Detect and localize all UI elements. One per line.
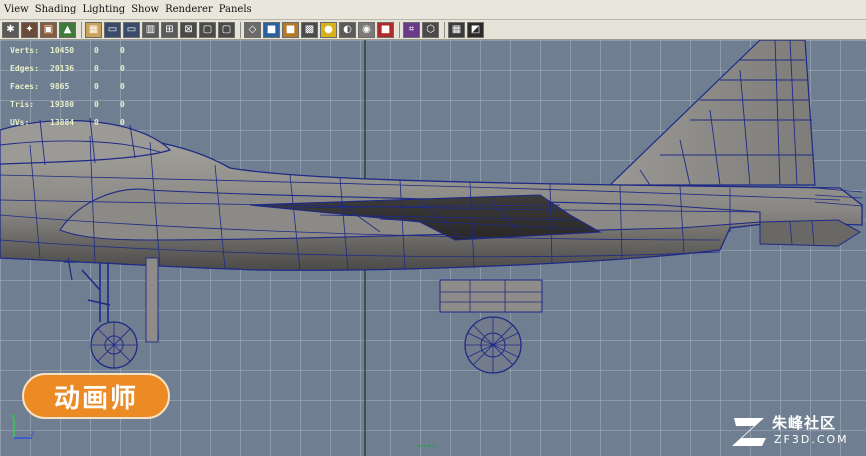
watermark-domain: ZF3D.COM <box>774 433 849 446</box>
ventral-pod <box>439 279 543 313</box>
hud-value: 10450 <box>50 46 75 55</box>
hud-label: UVs: <box>10 118 30 127</box>
menu-shading[interactable]: Shading <box>35 4 77 15</box>
grid-icon[interactable]: ▭ <box>104 21 121 38</box>
hud-value: 13884 <box>50 118 75 127</box>
film-gate-icon[interactable]: ▭ <box>123 21 140 38</box>
hud-value: 0 <box>120 64 125 73</box>
xray-joints-icon[interactable]: ■ <box>377 21 394 38</box>
hud-icon[interactable]: ▦ <box>448 21 465 38</box>
toolbar-separator <box>81 21 82 38</box>
panel-toolbar: ✱ ✦ ▣ ▲ ▦ ▭ ▭ ▥ ⊞ ⊠ ▢ ▢ ◇ ■ ■ ▩ ● ◐ ◉ ■ ⌗ ⬡ ▦ ◩ <box>0 20 866 40</box>
hud-value: 0 <box>94 46 99 55</box>
camera-attributes-icon[interactable]: ▣ <box>40 21 57 38</box>
watermark-name: 朱峰社区 <box>772 414 837 432</box>
toolbar-separator <box>399 21 400 38</box>
backface-culling-icon[interactable]: ⬡ <box>422 21 439 38</box>
hud-value: 9865 <box>50 82 70 91</box>
hud-row: Verts: 10450 0 0 <box>10 42 140 60</box>
select-camera-icon[interactable]: ✱ <box>2 21 19 38</box>
hud-value: 0 <box>120 46 125 55</box>
nozzle <box>759 219 861 247</box>
hud-value: 0 <box>120 82 125 91</box>
toolbar-separator <box>240 21 241 38</box>
hud-value: 0 <box>94 118 99 127</box>
gate-mask-icon[interactable]: ⊞ <box>161 21 178 38</box>
hud-value: 0 <box>120 100 125 109</box>
hud-value: 0 <box>94 82 99 91</box>
main-wheel-spokes <box>465 317 521 373</box>
hud-row: Tris: 19380 0 0 <box>10 96 140 114</box>
nose-gear-door <box>145 257 159 343</box>
svg-text:y: y <box>11 412 16 421</box>
hud-row: Faces: 9865 0 0 <box>10 78 140 96</box>
hud-value: 0 <box>94 100 99 109</box>
menu-view[interactable]: View <box>4 4 29 15</box>
isolate-select-icon[interactable]: ⌗ <box>403 21 420 38</box>
image-plane-icon[interactable]: ▦ <box>85 21 102 38</box>
xray-icon[interactable]: ◉ <box>358 21 375 38</box>
menu-lighting[interactable]: Lighting <box>82 4 125 15</box>
hud-label: Tris: <box>10 100 35 109</box>
menu-renderer[interactable]: Renderer <box>165 4 213 15</box>
hud-value: 0 <box>120 118 125 127</box>
hud-label: Verts: <box>10 46 39 55</box>
bookmark-icon[interactable]: ▲ <box>59 21 76 38</box>
safe-title-icon[interactable]: ▢ <box>218 21 235 38</box>
hud-label: Faces: <box>10 82 39 91</box>
toolbar-separator <box>444 21 445 38</box>
smooth-shade-icon[interactable]: ■ <box>263 21 280 38</box>
hud-value: 0 <box>94 64 99 73</box>
animator-badge: 动画师 <box>22 373 170 419</box>
toggle-panels-icon[interactable]: ◩ <box>467 21 484 38</box>
hud-value: 20136 <box>50 64 75 73</box>
use-lights-icon[interactable]: ● <box>320 21 337 38</box>
menu-panels[interactable]: Panels <box>219 4 252 15</box>
hud-label: Edges: <box>10 64 39 73</box>
menu-show[interactable]: Show <box>131 4 159 15</box>
wireframe-icon[interactable]: ◇ <box>244 21 261 38</box>
hud-row: UVs: 13884 0 0 <box>10 114 140 132</box>
poly-count-hud: Verts: 10450 0 0 Edges: 20136 0 0 Faces: 9865 0 0 Tr… <box>10 42 140 132</box>
field-chart-icon[interactable]: ⊠ <box>180 21 197 38</box>
wireframe-on-shaded-icon[interactable]: ■ <box>282 21 299 38</box>
lock-camera-icon[interactable]: ✦ <box>21 21 38 38</box>
svg-text:z: z <box>30 429 34 438</box>
safe-action-icon[interactable]: ▢ <box>199 21 216 38</box>
hud-value: 19380 <box>50 100 75 109</box>
resolution-gate-icon[interactable]: ▥ <box>142 21 159 38</box>
viewport-menu-bar: View Shading Lighting Show Renderer Pane… <box>0 0 866 20</box>
textured-icon[interactable]: ▩ <box>301 21 318 38</box>
shadows-icon[interactable]: ◐ <box>339 21 356 38</box>
hud-row: Edges: 20136 0 0 <box>10 60 140 78</box>
